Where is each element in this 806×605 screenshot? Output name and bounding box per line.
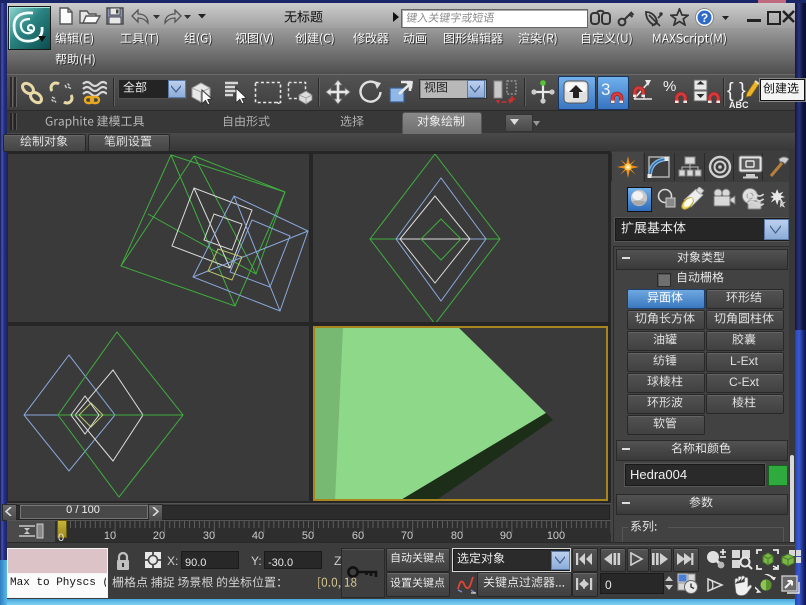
svg-text:?: ? — [701, 11, 708, 25]
svg-text:}: } — [739, 80, 746, 102]
svg-text:3: 3 — [601, 80, 610, 99]
svg-text:ABC: ABC — [729, 100, 749, 109]
svg-text:%: % — [663, 78, 676, 95]
svg-text:{: { — [727, 80, 734, 102]
